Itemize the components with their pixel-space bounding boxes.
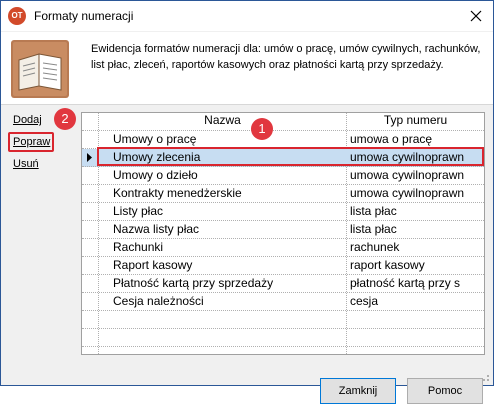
app-icon: OT — [8, 7, 26, 25]
close-icon[interactable] — [467, 7, 485, 25]
empty-row[interactable] — [82, 329, 484, 347]
edit-link-highlight — [8, 132, 54, 152]
table-row[interactable]: Cesja należności cesja — [82, 293, 484, 311]
cell-name: Płatność kartą przy sprzedaży — [113, 276, 274, 290]
cell-name: Cesja należności — [113, 294, 204, 308]
book-icon — [11, 40, 69, 98]
table-row[interactable]: Umowy o dzieło umowa cywilnoprawn — [82, 167, 484, 185]
header-panel: Ewidencja formatów numeracji dla: umów o… — [1, 32, 493, 105]
dialog-body: Ewidencja formatów numeracji dla: umów o… — [1, 32, 493, 404]
table-row[interactable]: Listy płac lista płac — [82, 203, 484, 221]
cell-type: lista płac — [350, 222, 397, 236]
table-row[interactable]: Rachunki rachunek — [82, 239, 484, 257]
table-row[interactable]: Raport kasowy raport kasowy — [82, 257, 484, 275]
title-bar: OT Formaty numeracji — [1, 1, 493, 31]
cell-name: Raport kasowy — [113, 258, 193, 272]
column-header-type[interactable]: Typ numeru — [347, 113, 484, 130]
delete-link[interactable]: Usuń — [13, 158, 39, 170]
cell-name: Rachunki — [113, 240, 164, 254]
cell-type: umowa cywilnoprawn — [350, 186, 465, 200]
row-pointer-icon — [87, 153, 92, 162]
cell-type: lista płac — [350, 204, 397, 218]
table-row[interactable]: Kontrakty menedżerskie umowa cywilnoprawn — [82, 185, 484, 203]
cell-type: umowa o pracę — [350, 132, 433, 146]
cell-type: umowa cywilnoprawn — [350, 168, 465, 182]
dialog-window: OT Formaty numeracji Ewidencja formatów … — [0, 0, 494, 404]
help-button[interactable]: Pomoc — [407, 378, 483, 404]
table-row[interactable]: Płatność kartą przy sprzedaży płatność ka… — [82, 275, 484, 293]
callout-badge-1: 1 — [251, 118, 273, 140]
column-header-name[interactable]: Nazwa — [99, 113, 346, 130]
close-button[interactable]: Zamknij — [320, 378, 396, 404]
cell-type: raport kasowy — [350, 258, 425, 272]
cell-type: płatność kartą przy s — [350, 276, 461, 290]
selected-row-highlight — [97, 147, 484, 166]
cell-type: cesja — [350, 294, 379, 308]
callout-badge-2: 2 — [54, 108, 76, 130]
table-row[interactable]: Nazwa listy płac lista płac — [82, 221, 484, 239]
window-title: Formaty numeracji — [34, 9, 134, 23]
cell-name: Umowy o pracę — [113, 132, 197, 146]
cell-name: Umowy o dzieło — [113, 168, 198, 182]
cell-name: Listy płac — [113, 204, 164, 218]
grid-header-row: Nazwa Typ numeru — [82, 113, 484, 131]
header-description: Ewidencja formatów numeracji dla: umów o… — [91, 43, 481, 71]
empty-row[interactable] — [82, 311, 484, 329]
add-link[interactable]: Dodaj — [13, 114, 42, 126]
cell-name: Kontrakty menedżerskie — [113, 186, 242, 200]
cell-name: Nazwa listy płac — [113, 222, 200, 236]
cell-type: rachunek — [350, 240, 400, 254]
resize-grip-icon[interactable] — [480, 372, 490, 382]
